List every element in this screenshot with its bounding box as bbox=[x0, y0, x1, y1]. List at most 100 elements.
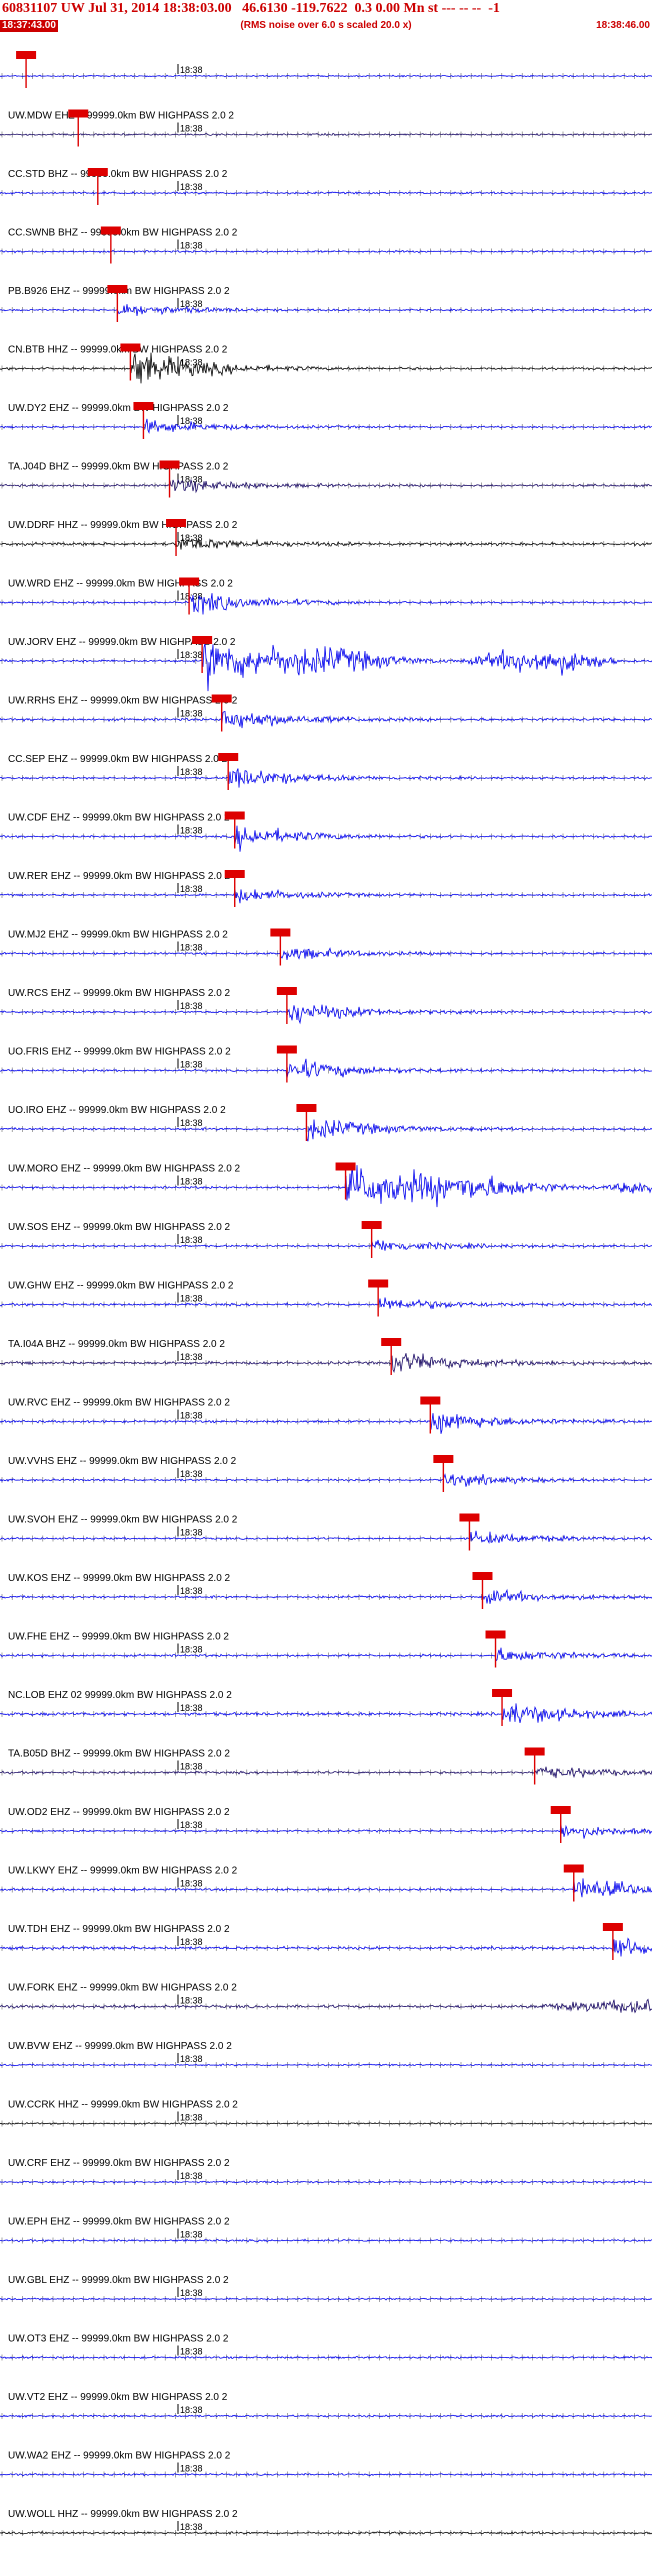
trace-label: CC.SEP EHZ -- 99999.0km BW HIGHPASS 2.0 … bbox=[8, 754, 228, 765]
waveform bbox=[0, 1824, 652, 1839]
pick-marker bbox=[107, 285, 128, 293]
pick-marker bbox=[524, 1747, 545, 1756]
seismogram-header: 60831107 UW Jul 31, 2014 18:38:03.00 46.… bbox=[0, 0, 652, 34]
trace-row: UW.DDRF HHZ -- 99999.0km BW HIGHPASS 2.0… bbox=[0, 519, 652, 556]
waveform bbox=[0, 1878, 652, 1898]
waveform bbox=[0, 1647, 652, 1662]
waveform bbox=[0, 1239, 652, 1251]
trace-label: UW.VT2 EHZ -- 99999.0km BW HIGHPASS 2.0 … bbox=[8, 2392, 228, 2403]
trace-label: UW.DDRF HHZ -- 99999.0km BW HIGHPASS 2.0… bbox=[8, 520, 238, 531]
trace-label: UW.MORO EHZ -- 99999.0km BW HIGHPASS 2.0… bbox=[8, 1164, 241, 1175]
waveform bbox=[0, 768, 652, 788]
trace-row: UW.OD2 EHZ -- 99999.0km BW HIGHPASS 2.0 … bbox=[0, 1806, 652, 1843]
trace-row: UW.MJ2 EHZ -- 99999.0km BW HIGHPASS 2.0 … bbox=[0, 928, 652, 966]
pick-marker bbox=[296, 1104, 317, 1112]
waveform bbox=[0, 132, 652, 137]
minute-label: 18:38 bbox=[180, 2113, 203, 2123]
trace-row: UW.VT2 EHZ -- 99999.0km BW HIGHPASS 2.0 … bbox=[0, 2392, 652, 2419]
pick-marker bbox=[133, 402, 154, 410]
pick-marker bbox=[433, 1455, 454, 1463]
pick-marker bbox=[166, 519, 187, 527]
pick-marker bbox=[276, 987, 297, 995]
waveform bbox=[0, 2238, 652, 2243]
pick-marker bbox=[485, 1630, 506, 1639]
trace-label: UW.GBL EHZ -- 99999.0km BW HIGHPASS 2.0 … bbox=[8, 2275, 229, 2286]
minute-label: 18:38 bbox=[180, 1879, 203, 1889]
waveform bbox=[0, 1588, 652, 1604]
pick-marker bbox=[563, 1864, 584, 1873]
trace-label: TA.J04D BHZ -- 99999.0km BW HIGHPASS 2.0… bbox=[8, 462, 229, 473]
trace-row: TA.I04A BHZ -- 99999.0km BW HIGHPASS 2.0… bbox=[0, 1338, 652, 1375]
pick-marker bbox=[602, 1923, 623, 1931]
trace-label: CN.BTB HHZ -- 99999.0km BW HIGHPASS 2.0 … bbox=[8, 345, 228, 356]
waveform bbox=[0, 2179, 652, 2184]
trace-label: UW.DY2 EHZ -- 99999.0km BW HIGHPASS 2.0 … bbox=[8, 403, 229, 414]
trace-row: NC.LOB EHZ 02 99999.0km BW HIGHPASS 2.0 … bbox=[0, 1689, 652, 1726]
trace-row: UW.KOS EHZ -- 99999.0km BW HIGHPASS 2.0 … bbox=[0, 1572, 652, 1609]
pick-marker bbox=[16, 51, 37, 59]
trace-row: UW.RVC EHZ -- 99999.0km BW HIGHPASS 2.0 … bbox=[0, 1396, 652, 1434]
minute-label: 18:38 bbox=[180, 1645, 203, 1655]
trace-label: UW.KOS EHZ -- 99999.0km BW HIGHPASS 2.0 … bbox=[8, 1573, 231, 1584]
waveform bbox=[0, 1353, 652, 1374]
pick-marker bbox=[459, 1513, 480, 1522]
trace-row: UW.SVOH EHZ -- 99999.0km BW HIGHPASS 2.0… bbox=[0, 1513, 652, 1551]
pick-marker bbox=[420, 1396, 441, 1405]
trace-label: UW.WA2 EHZ -- 99999.0km BW HIGHPASS 2.0 … bbox=[8, 2451, 231, 2462]
trace-row: UW.LKWY EHZ -- 99999.0km BW HIGHPASS 2.0… bbox=[0, 1864, 652, 1902]
minute-label: 18:38 bbox=[180, 2171, 203, 2181]
trace-label: UW.RCS EHZ -- 99999.0km BW HIGHPASS 2.0 … bbox=[8, 988, 231, 999]
trace-row: UW.RRHS EHZ -- 99999.0km BW HIGHPASS 2.0… bbox=[0, 694, 652, 732]
minute-label: 18:38 bbox=[180, 1586, 203, 1596]
trace-row: UW.SOS EHZ -- 99999.0km BW HIGHPASS 2.0 … bbox=[0, 1221, 652, 1258]
pick-marker bbox=[211, 694, 232, 703]
trace-row: UW.MORO EHZ -- 99999.0km BW HIGHPASS 2.0… bbox=[0, 1162, 652, 1208]
pick-marker bbox=[159, 460, 180, 469]
trace-row: UW.WRD EHZ -- 99999.0km BW HIGHPASS 2.0 … bbox=[0, 577, 652, 615]
trace-row: CN.BTB HHZ -- 99999.0km BW HIGHPASS 2.0 … bbox=[0, 343, 652, 384]
minute-label: 18:38 bbox=[180, 1352, 203, 1362]
trace-row: UW.VVHS EHZ -- 99999.0km BW HIGHPASS 2.0… bbox=[0, 1455, 652, 1492]
trace-row: UW.WOLL HHZ -- 99999.0km BW HIGHPASS 2.0… bbox=[0, 2509, 652, 2536]
minute-label: 18:38 bbox=[180, 709, 203, 719]
pick-marker bbox=[120, 343, 141, 352]
pick-marker bbox=[550, 1806, 571, 1814]
waveform bbox=[0, 1703, 652, 1723]
minute-label: 18:38 bbox=[180, 1001, 203, 1011]
trace-label: UW.RRHS EHZ -- 99999.0km BW HIGHPASS 2.0… bbox=[8, 696, 238, 707]
waveform bbox=[0, 1004, 652, 1025]
minute-label: 18:38 bbox=[180, 1177, 203, 1187]
seismogram-plot: 18:38 UW.MDW EHZ -- 99999.0km BW HIGHPASS… bbox=[0, 51, 652, 2536]
trace-label: UW.EPH EHZ -- 99999.0km BW HIGHPASS 2.0 … bbox=[8, 2217, 230, 2228]
minute-label: 18:38 bbox=[180, 2054, 203, 2064]
trace-label: UW.GHW EHZ -- 99999.0km BW HIGHPASS 2.0 … bbox=[8, 1281, 234, 1292]
waveform bbox=[0, 2414, 652, 2418]
trace-row: UW.DY2 EHZ -- 99999.0km BW HIGHPASS 2.0 … bbox=[0, 402, 652, 439]
minute-label: 18:38 bbox=[180, 2405, 203, 2415]
pick-marker bbox=[270, 928, 291, 937]
minute-label: 18:38 bbox=[180, 358, 203, 368]
trace-row: UW.WA2 EHZ -- 99999.0km BW HIGHPASS 2.0 … bbox=[0, 2451, 652, 2478]
trace-row: UW.BVW EHZ -- 99999.0km BW HIGHPASS 2.0 … bbox=[0, 2041, 652, 2068]
trace-label: UW.MJ2 EHZ -- 99999.0km BW HIGHPASS 2.0 … bbox=[8, 930, 228, 941]
trace-row: UW.RCS EHZ -- 99999.0km BW HIGHPASS 2.0 … bbox=[0, 987, 652, 1025]
minute-label: 18:38 bbox=[180, 299, 203, 309]
trace-label: UW.RER EHZ -- 99999.0km BW HIGHPASS 2.0 … bbox=[8, 871, 231, 882]
trace-row: UW.FORK EHZ -- 99999.0km BW HIGHPASS 2.0… bbox=[0, 1983, 652, 2014]
trace-label: UW.FORK EHZ -- 99999.0km BW HIGHPASS 2.0… bbox=[8, 1983, 237, 1994]
trace-row: UW.GBL EHZ -- 99999.0km BW HIGHPASS 2.0 … bbox=[0, 2275, 652, 2302]
trace-row: UW.OT3 EHZ -- 99999.0km BW HIGHPASS 2.0 … bbox=[0, 2334, 652, 2361]
trace-label: UW.LKWY EHZ -- 99999.0km BW HIGHPASS 2.0… bbox=[8, 1866, 238, 1877]
minute-label: 18:38 bbox=[180, 1762, 203, 1772]
minute-label: 18:38 bbox=[180, 1118, 203, 1128]
minute-label: 18:38 bbox=[180, 1469, 203, 1479]
pick-marker bbox=[472, 1572, 493, 1580]
rms-note: (RMS noise over 6.0 s scaled 20.0 x) bbox=[240, 20, 412, 31]
pick-marker bbox=[381, 1338, 402, 1346]
minute-label: 18:38 bbox=[180, 943, 203, 953]
waveform bbox=[0, 1766, 652, 1779]
minute-label: 18:38 bbox=[180, 1703, 203, 1713]
minute-label: 18:38 bbox=[180, 650, 203, 660]
waveform bbox=[0, 1998, 652, 2014]
minute-label: 18:38 bbox=[180, 884, 203, 894]
